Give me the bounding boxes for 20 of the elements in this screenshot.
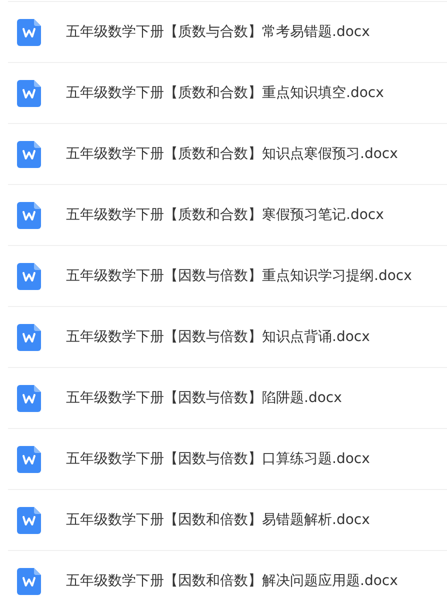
file-name[interactable]: 五年级数学下册【质数和合数】寒假预习笔记.docx (66, 204, 384, 226)
document-icon (17, 262, 41, 290)
document-icon (17, 324, 41, 350)
file-name[interactable]: 五年级数学下册【质数与合数】常考易错题.docx (66, 22, 370, 42)
document-icon (17, 446, 41, 472)
file-name[interactable]: 五年级数学下册【因数与倍数】口算练习题.docx (66, 448, 370, 470)
file-name[interactable]: 五年级数学下册【因数和倍数】易错题解析.docx (66, 510, 370, 530)
document-icon (17, 80, 41, 106)
document-icon (17, 506, 41, 534)
document-icon (17, 140, 41, 168)
file-name[interactable]: 五年级数学下册【因数与倍数】重点知识学习提纲.docx (66, 266, 412, 286)
file-name[interactable]: 五年级数学下册【因数与倍数】知识点背诵.docx (66, 326, 370, 348)
document-icon (17, 18, 41, 46)
file-name[interactable]: 五年级数学下册【因数与倍数】陷阱题.docx (66, 388, 342, 408)
file-name[interactable]: 五年级数学下册【质数和合数】重点知识填空.docx (66, 82, 384, 104)
file-name[interactable]: 五年级数学下册【质数和合数】知识点寒假预习.docx (66, 144, 398, 164)
document-icon (17, 202, 41, 228)
file-name[interactable]: 五年级数学下册【因数和倍数】解决问题应用题.docx (66, 570, 398, 592)
document-icon (17, 384, 41, 412)
document-icon (17, 568, 41, 594)
